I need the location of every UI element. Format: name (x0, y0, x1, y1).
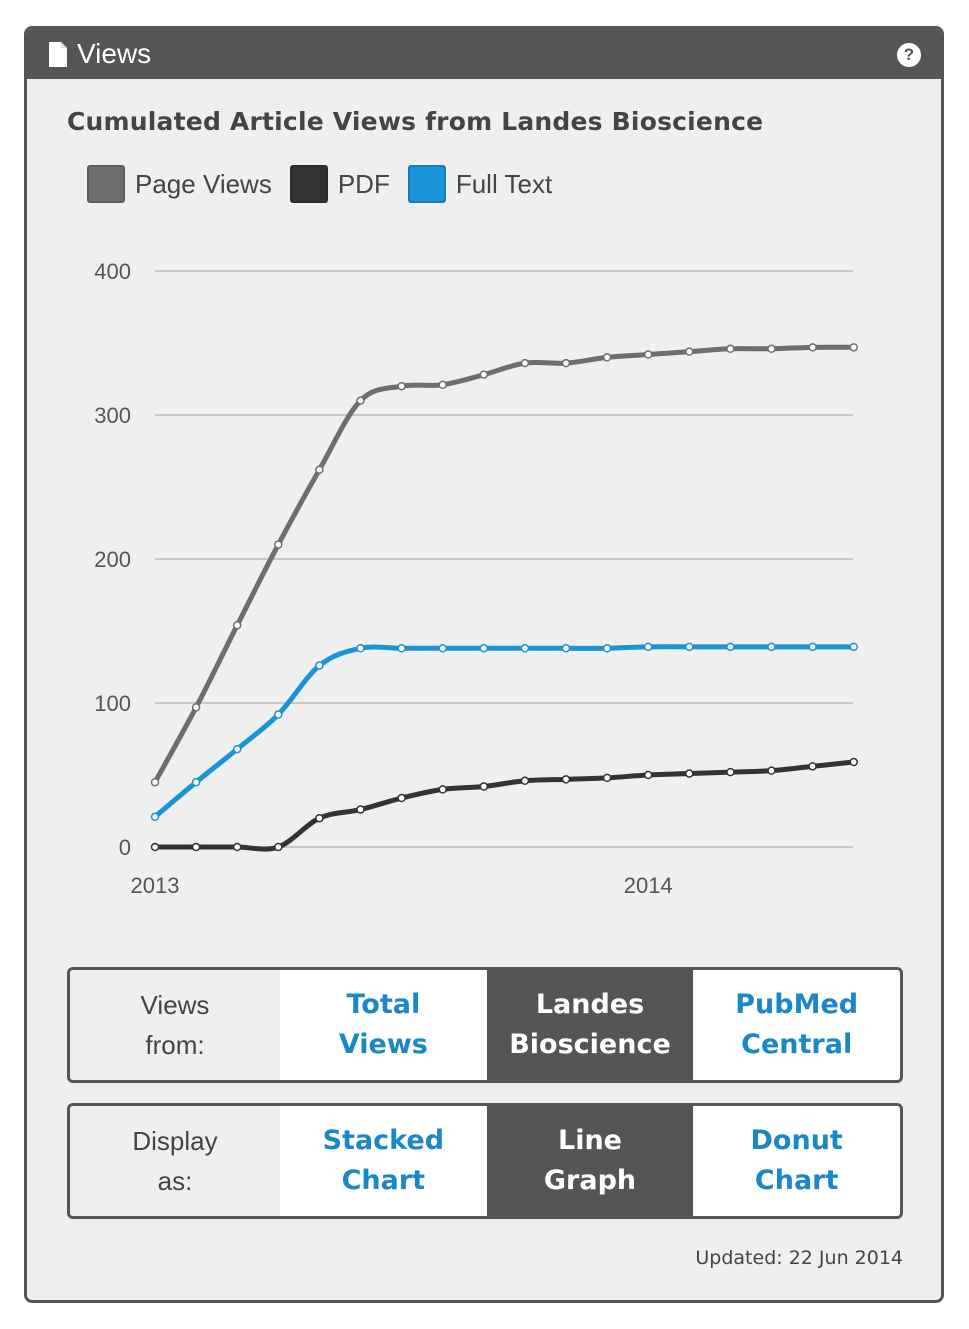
data-point-pdf (726, 767, 735, 777)
y-tick-label: 0 (119, 835, 131, 860)
data-point-full-text (191, 777, 201, 787)
data-point-pdf (274, 842, 283, 852)
total-views-button[interactable]: Total Views (280, 970, 487, 1080)
y-tick-label: 200 (94, 547, 131, 572)
data-point-pdf (438, 785, 447, 794)
data-point-full-text (808, 642, 817, 652)
data-point-full-text (397, 644, 406, 653)
data-point-page-views (438, 380, 447, 390)
data-point-page-views (808, 343, 817, 352)
data-point-full-text (315, 661, 324, 670)
data-point-page-views (561, 358, 571, 368)
views-from-selector: Views from: Total Views Landes Bioscienc… (67, 967, 903, 1083)
landes-bioscience-button[interactable]: Landes Bioscience (486, 970, 694, 1080)
series-line-pdf (152, 759, 857, 852)
data-point-page-views (849, 343, 858, 352)
data-point-page-views (356, 396, 365, 405)
display-as-selector: Display as: Stacked Chart Line Graph Don… (67, 1103, 903, 1219)
data-point-pdf (150, 842, 160, 852)
data-point-full-text (274, 710, 283, 719)
data-point-full-text (150, 812, 160, 822)
data-point-page-views (602, 353, 612, 362)
data-point-pdf (356, 805, 365, 814)
data-point-page-views (315, 465, 324, 474)
data-point-pdf (767, 766, 776, 775)
pubmed-central-button[interactable]: PubMed Central (693, 970, 900, 1080)
data-point-pdf (315, 813, 324, 823)
x-tick-label: 2013 (131, 873, 180, 898)
data-point-full-text (520, 644, 530, 653)
data-point-full-text (643, 642, 653, 652)
data-point-full-text (356, 644, 365, 653)
series-line-page-views (152, 344, 857, 785)
x-tick-label: 2014 (624, 873, 673, 898)
data-point-pdf (232, 842, 242, 852)
y-tick-label: 400 (94, 259, 131, 284)
updated-timestamp: Updated: 22 Jun 2014 (695, 1247, 903, 1269)
data-point-page-views (397, 381, 406, 391)
data-point-pdf (191, 842, 201, 852)
data-point-pdf (479, 782, 489, 791)
data-point-full-text (232, 744, 242, 754)
data-point-full-text (849, 642, 858, 652)
data-point-page-views (726, 344, 735, 354)
views-from-label: Views from: (70, 970, 280, 1080)
data-point-page-views (274, 540, 283, 549)
data-point-full-text (479, 644, 489, 653)
views-panel: Views ? Cumulated Article Views from Lan… (24, 26, 944, 1303)
data-point-page-views (520, 358, 530, 368)
data-point-pdf (561, 775, 571, 784)
data-point-pdf (520, 776, 530, 786)
line-graph-button[interactable]: Line Graph (486, 1106, 694, 1216)
data-point-page-views (767, 344, 776, 354)
data-point-pdf (643, 770, 653, 780)
data-point-full-text (685, 642, 694, 652)
data-point-page-views (685, 347, 694, 356)
data-point-pdf (849, 757, 858, 767)
stacked-chart-button[interactable]: Stacked Chart (280, 1106, 487, 1216)
series-line-full-text (152, 644, 857, 820)
data-point-pdf (397, 793, 406, 803)
display-as-label: Display as: (70, 1106, 280, 1216)
data-point-pdf (808, 762, 817, 771)
data-point-page-views (191, 703, 201, 712)
data-point-pdf (602, 773, 612, 783)
y-tick-label: 300 (94, 403, 131, 428)
data-point-pdf (685, 769, 694, 778)
donut-chart-button[interactable]: Donut Chart (693, 1106, 900, 1216)
data-point-full-text (726, 642, 735, 652)
line-chart: 0 100 200 300 400 2013 2014 (94, 259, 858, 898)
data-point-full-text (438, 644, 447, 653)
y-tick-label: 100 (94, 691, 131, 716)
data-point-page-views (150, 777, 160, 787)
data-point-page-views (232, 620, 242, 630)
data-point-page-views (479, 370, 489, 379)
data-point-full-text (561, 644, 571, 653)
data-point-full-text (602, 644, 612, 653)
data-point-page-views (643, 350, 653, 359)
data-point-full-text (767, 642, 776, 652)
